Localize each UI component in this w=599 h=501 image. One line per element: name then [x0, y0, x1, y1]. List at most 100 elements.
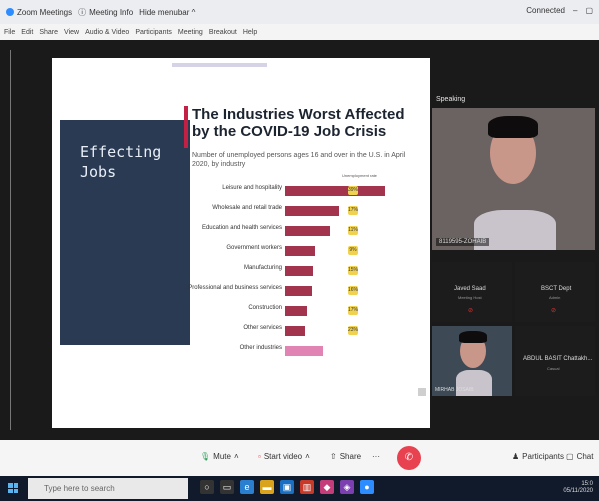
- more-label: ···: [372, 452, 380, 461]
- menu-file[interactable]: File: [4, 29, 15, 36]
- speaker-name: 8119595-ZOHAIB: [436, 238, 490, 246]
- category-label: Other services: [243, 325, 282, 331]
- percent-badge: 11%: [348, 226, 358, 235]
- active-speaker-video[interactable]: 8119595-ZOHAIB: [432, 108, 595, 250]
- chart-bar: [285, 266, 313, 276]
- category-label: Other industries: [239, 345, 282, 351]
- windows-taskbar: Type here to search ○ ▭ e ▬ ▣ ▥ ◆ ◈ ● 15…: [0, 476, 599, 501]
- share-button[interactable]: ⇧ Share: [330, 452, 361, 461]
- slide-panel-text: Effecting Jobs: [80, 142, 161, 182]
- minimize-button[interactable]: –: [573, 6, 577, 15]
- meeting-info-button[interactable]: ⓘ Meeting Info: [78, 7, 133, 18]
- panel-line-1: Effecting: [80, 143, 162, 161]
- left-divider: [10, 50, 40, 430]
- participant-name-3: MIRHAB JOSAIB: [435, 387, 474, 393]
- participant-name-4: ABDUL BASIT Chattakh...: [523, 356, 593, 362]
- task-view-icon[interactable]: ▭: [220, 480, 234, 494]
- chat-button[interactable]: ▢ Chat: [566, 452, 593, 461]
- mute-button[interactable]: 🎙 Mute ˄: [200, 452, 239, 461]
- menu-view[interactable]: View: [64, 29, 79, 36]
- menu-help[interactable]: Help: [243, 29, 257, 36]
- restore-button[interactable]: ▢: [585, 6, 593, 15]
- start-video-label: Start video: [263, 452, 303, 461]
- connected-label: Connected: [526, 6, 565, 15]
- taskbar-search-input[interactable]: Type here to search: [28, 478, 188, 499]
- cortana-icon[interactable]: ○: [200, 480, 214, 494]
- hide-menubar-button[interactable]: Hide menubar ^: [139, 8, 195, 17]
- participants-icon: ♟: [512, 452, 520, 461]
- chart-subtitle: Number of unemployed persons ages 16 and…: [192, 152, 406, 168]
- participant-name-2: BSCT Dept: [541, 286, 572, 292]
- chart-bar: [285, 246, 315, 256]
- slide-top-strip: [172, 63, 267, 67]
- participant-tile-1[interactable]: Javed Saad Meeting Host ⊘: [432, 262, 512, 322]
- muted-mic-icon: ⊘: [551, 308, 557, 314]
- percent-badge: 15%: [348, 266, 359, 275]
- percent-badge: 39%: [348, 186, 359, 195]
- menu-breakout[interactable]: Breakout: [209, 29, 237, 36]
- panel-line-2: Jobs: [80, 163, 117, 181]
- percent-badge: 17%: [348, 206, 359, 215]
- category-label: Professional and business services: [188, 285, 282, 291]
- participant-tile-3[interactable]: MIRHAB JOSAIB: [432, 326, 512, 396]
- slide-scroll-handle[interactable]: [418, 388, 426, 396]
- chart-bar: [285, 306, 307, 316]
- app-icon-purple[interactable]: ◈: [340, 480, 354, 494]
- meeting-info-label: Meeting Info: [89, 7, 134, 17]
- chart-title: The Industries Worst Affected by the COV…: [192, 106, 405, 140]
- video-off-icon: ▫: [258, 452, 261, 461]
- end-call-button[interactable]: ✆: [397, 446, 421, 470]
- store-icon[interactable]: ▣: [280, 480, 294, 494]
- participant-tile-2[interactable]: BSCT Dept Admin ⊘: [515, 262, 595, 322]
- menu-share[interactable]: Share: [39, 29, 58, 36]
- mic-icon: 🎙: [200, 452, 211, 461]
- app-icon-red[interactable]: ▥: [300, 480, 314, 494]
- clock-time: 15:0: [581, 481, 593, 487]
- participant-tile-4[interactable]: ABDUL BASIT Chattakh... Casual: [515, 326, 595, 396]
- category-label: Leisure and hospitality: [222, 185, 282, 191]
- category-label: Construction: [248, 305, 282, 311]
- meeting-controls: 🎙 Mute ˄ ▫ Start video ˄ ⇧ Share ··· ✆ ♟ Parti…: [0, 440, 599, 476]
- participants-button[interactable]: ♟ Participants: [512, 452, 564, 461]
- chevron-up-icon: ˄: [305, 452, 310, 461]
- participant-role-4: Casual: [547, 366, 560, 371]
- title-accent-bar: [184, 106, 188, 148]
- file-explorer-icon[interactable]: ▬: [260, 480, 274, 494]
- percent-badge: 9%: [348, 246, 358, 255]
- meeting-area: Effecting Jobs The Industries Worst Affe…: [0, 40, 599, 440]
- zoom-menu[interactable]: Zoom Meetings: [6, 8, 72, 17]
- menu-edit[interactable]: Edit: [21, 29, 33, 36]
- menu-participants[interactable]: Participants: [135, 29, 172, 36]
- phone-icon: ✆: [404, 452, 414, 463]
- meeting-info-icon: ⓘ: [78, 7, 87, 17]
- more-button[interactable]: ···: [372, 452, 380, 461]
- system-tray: 15:0 05/11/2020: [563, 481, 593, 495]
- category-label: Wholesale and retail trade: [212, 205, 282, 211]
- windows-start-icon[interactable]: [8, 483, 18, 493]
- category-label: Education and health services: [201, 225, 282, 231]
- search-placeholder: Type here to search: [44, 484, 115, 493]
- hide-menubar-label: Hide menubar ^: [139, 7, 196, 17]
- chart-bar: [285, 186, 385, 196]
- chevron-up-icon: ˄: [233, 452, 239, 461]
- start-video-button[interactable]: ▫ Start video ˄: [258, 452, 310, 461]
- percent-badge: 17%: [348, 306, 359, 315]
- category-label: Manufacturing: [243, 265, 282, 271]
- participant-role-2: Admin: [549, 295, 561, 300]
- chart-bar: [285, 326, 305, 336]
- participants-label: Participants: [522, 452, 564, 461]
- zoom-taskbar-icon[interactable]: ●: [360, 480, 374, 494]
- menu-audio-video[interactable]: Audio & Video: [85, 29, 129, 36]
- edge-icon[interactable]: e: [240, 480, 254, 494]
- app-icon-pink[interactable]: ◆: [320, 480, 334, 494]
- percent-badge: 23%: [348, 326, 359, 335]
- menu-meeting[interactable]: Meeting: [178, 29, 203, 36]
- chart-bar: [285, 206, 339, 216]
- title-bar: Zoom Meetings ⓘ Meeting Info Hide menubar…: [0, 0, 599, 24]
- speaker-hair: [488, 116, 538, 138]
- chat-icon: ▢: [566, 452, 574, 461]
- clock-date: 05/11/2020: [563, 488, 593, 494]
- participant-role-1: Meeting Host: [458, 295, 482, 300]
- percent-badge: 16%: [348, 286, 359, 295]
- zoom-logo-icon: [6, 8, 14, 16]
